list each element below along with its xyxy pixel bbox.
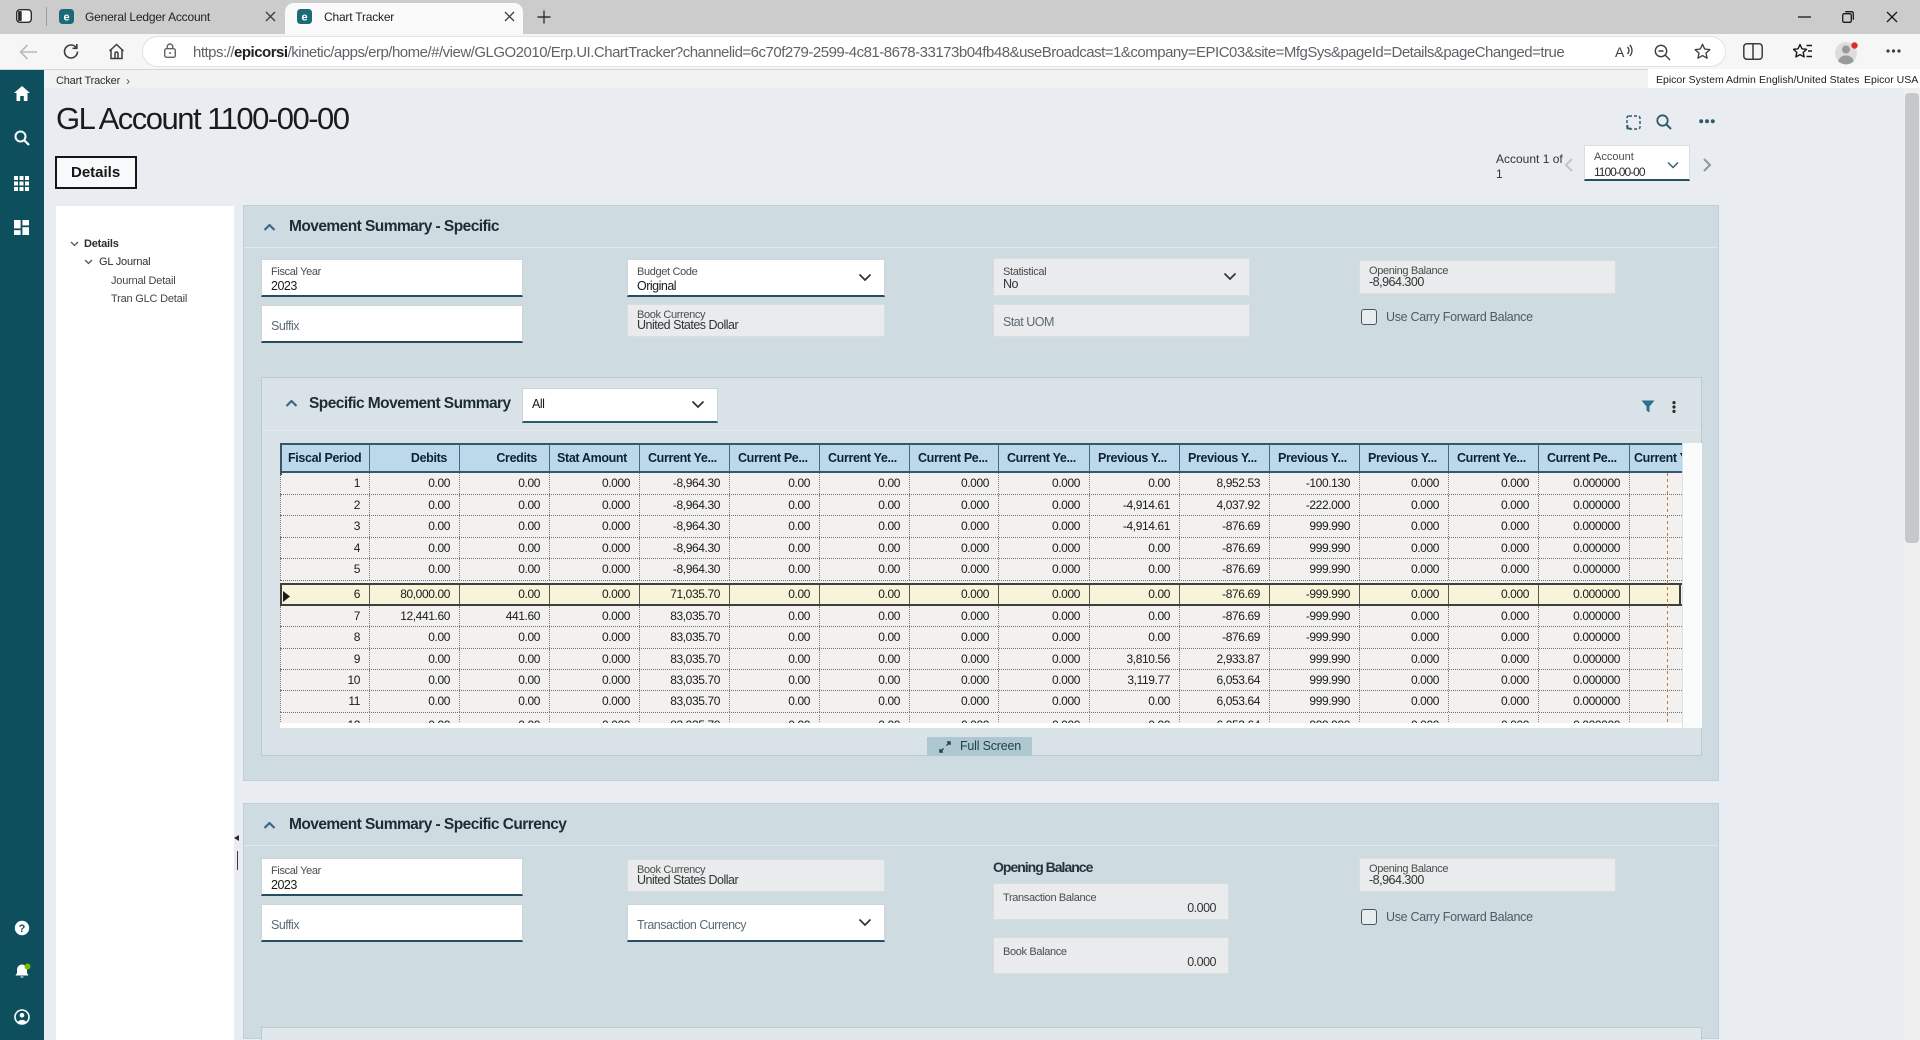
svg-text:e: e: [63, 11, 69, 23]
svg-text:e: e: [301, 11, 307, 23]
svg-text:A: A: [1615, 44, 1625, 59]
svg-text:?: ?: [19, 923, 26, 935]
